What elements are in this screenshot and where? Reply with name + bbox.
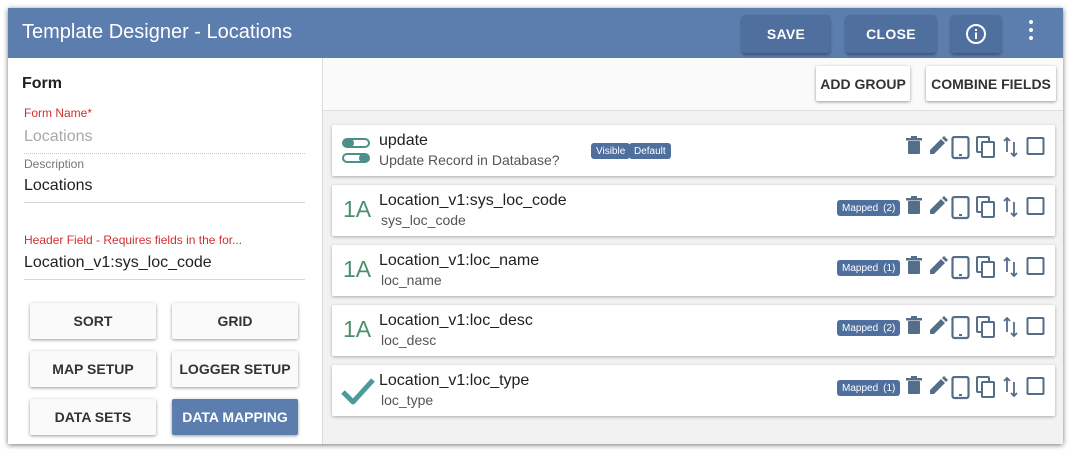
toggle-icon <box>342 138 370 163</box>
field-subtitle: loc_desc <box>381 332 437 348</box>
tablet-icon[interactable] <box>951 136 973 160</box>
edit-icon[interactable] <box>928 376 950 400</box>
field-subtitle: sys_loc_code <box>381 212 466 228</box>
checkbox-icon[interactable] <box>1026 316 1048 340</box>
more-vert-icon[interactable] <box>1022 20 1040 40</box>
delete-icon[interactable] <box>905 196 925 220</box>
swap-vert-icon[interactable] <box>1003 316 1021 340</box>
field-title: Location_v1:loc_desc <box>379 312 533 329</box>
save-button[interactable]: SAVE <box>742 15 830 53</box>
tablet-icon[interactable] <box>951 316 973 340</box>
map-setup-button[interactable]: MAP SETUP <box>30 351 156 387</box>
tablet-icon[interactable] <box>951 256 973 280</box>
mapped-badge[interactable]: Mapped (2) <box>837 200 901 216</box>
mapped-badge[interactable]: Mapped (1) <box>837 380 901 396</box>
edit-icon[interactable] <box>928 256 950 280</box>
form-name-label: Form Name* <box>24 106 92 120</box>
form-panel: Form Form Name* Locations Description Lo… <box>8 58 322 444</box>
tablet-icon[interactable] <box>951 376 973 400</box>
fields-panel: ADD GROUP COMBINE FIELDS update Update R… <box>322 58 1063 444</box>
field-row[interactable]: Location_v1:loc_type loc_type Mapped (1) <box>332 365 1055 416</box>
template-designer-window: Template Designer - Locations SAVE CLOSE… <box>8 8 1063 444</box>
close-button[interactable]: CLOSE <box>846 15 936 53</box>
mapped-count: (2) <box>883 202 896 214</box>
field-actions <box>905 316 1050 346</box>
mapped-count: (1) <box>883 262 896 274</box>
mapped-count: (2) <box>883 322 896 334</box>
edit-icon[interactable] <box>928 316 950 340</box>
default-badge: Default <box>629 143 671 159</box>
field-row[interactable]: 1A Location_v1:loc_name loc_name Mapped (… <box>332 245 1055 296</box>
text-type-icon: 1A <box>343 256 372 282</box>
field-title: update <box>379 132 428 149</box>
copy-icon[interactable] <box>976 316 998 340</box>
field-row[interactable]: 1A Location_v1:sys_loc_code sys_loc_code… <box>332 185 1055 236</box>
add-group-button[interactable]: ADD GROUP <box>816 66 910 101</box>
mapped-label: Mapped <box>842 322 879 334</box>
checkbox-icon[interactable] <box>1026 376 1048 400</box>
field-subtitle: Update Record in Database? <box>379 152 560 168</box>
form-name-label-text: Form Name <box>24 106 88 120</box>
checkbox-icon[interactable] <box>1026 136 1048 160</box>
tablet-icon[interactable] <box>951 196 973 220</box>
visible-badge: Visible <box>591 143 631 159</box>
copy-icon[interactable] <box>976 136 998 160</box>
data-sets-button[interactable]: DATA SETS <box>30 399 156 435</box>
window-title: Template Designer - Locations <box>22 21 293 43</box>
title-bar: Template Designer - Locations SAVE CLOSE <box>8 8 1063 58</box>
field-row[interactable]: update Update Record in Database? Visibl… <box>332 125 1055 176</box>
mapped-label: Mapped <box>842 382 879 394</box>
field-row[interactable]: 1A Location_v1:loc_desc loc_desc Mapped (… <box>332 305 1055 356</box>
mapped-count: (1) <box>883 382 896 394</box>
sort-button[interactable]: SORT <box>30 303 156 339</box>
checkbox-icon[interactable] <box>1026 196 1048 220</box>
data-mapping-button[interactable]: DATA MAPPING <box>172 399 298 435</box>
mapped-badge[interactable]: Mapped (1) <box>837 260 901 276</box>
form-heading: Form <box>22 75 62 92</box>
field-title: Location_v1:loc_name <box>379 252 540 269</box>
delete-icon[interactable] <box>905 136 925 160</box>
copy-icon[interactable] <box>976 196 998 220</box>
swap-vert-icon[interactable] <box>1003 376 1021 400</box>
field-actions <box>905 136 1050 166</box>
field-subtitle: loc_type <box>381 392 434 408</box>
field-actions <box>905 376 1050 406</box>
swap-vert-icon[interactable] <box>1003 196 1021 220</box>
copy-icon[interactable] <box>976 256 998 280</box>
header-field-label: Header Field - Requires fields in the fo… <box>24 233 243 247</box>
field-actions <box>905 256 1050 286</box>
delete-icon[interactable] <box>905 256 925 280</box>
check-type-icon <box>341 378 375 405</box>
header-field-select[interactable]: Location_v1:sys_loc_code <box>24 254 305 280</box>
field-title: Location_v1:sys_loc_code <box>379 192 567 209</box>
swap-vert-icon[interactable] <box>1003 256 1021 280</box>
description-field[interactable]: Locations <box>24 177 305 203</box>
mapped-label: Mapped <box>842 262 879 274</box>
combine-fields-button[interactable]: COMBINE FIELDS <box>926 66 1056 101</box>
edit-icon[interactable] <box>928 136 950 160</box>
field-actions <box>905 196 1050 226</box>
copy-icon[interactable] <box>976 376 998 400</box>
field-subtitle: loc_name <box>381 272 442 288</box>
info-icon <box>966 24 986 44</box>
grid-button[interactable]: GRID <box>172 303 298 339</box>
form-name-field: Locations <box>24 128 305 154</box>
checkbox-icon[interactable] <box>1026 256 1048 280</box>
mapped-badge[interactable]: Mapped (2) <box>837 320 901 336</box>
delete-icon[interactable] <box>905 376 925 400</box>
edit-icon[interactable] <box>928 196 950 220</box>
delete-icon[interactable] <box>905 316 925 340</box>
fields-toolbar: ADD GROUP COMBINE FIELDS <box>323 58 1063 111</box>
field-title: Location_v1:loc_type <box>379 372 530 389</box>
swap-vert-icon[interactable] <box>1003 136 1021 160</box>
text-type-icon: 1A <box>343 316 372 342</box>
logger-setup-button[interactable]: LOGGER SETUP <box>172 351 298 387</box>
description-label: Description <box>24 157 85 171</box>
mapped-label: Mapped <box>842 202 879 214</box>
text-type-icon: 1A <box>343 196 372 222</box>
required-mark: * <box>87 106 93 120</box>
info-button[interactable] <box>951 15 1001 53</box>
